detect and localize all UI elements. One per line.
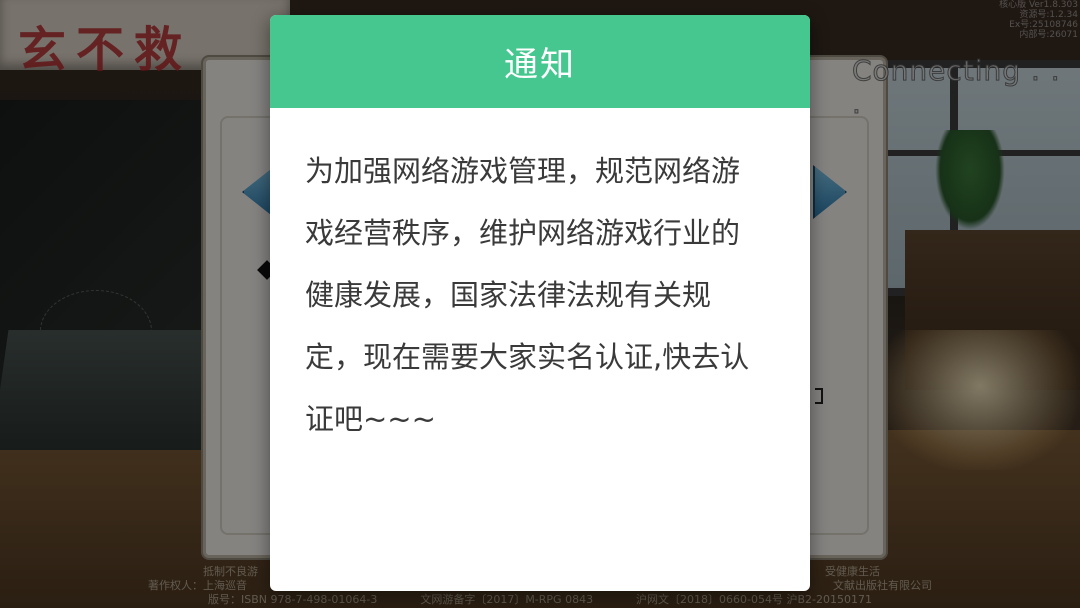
notice-title: 通知 <box>504 45 576 85</box>
notice-body: 为加强网络游戏管理，规范网络游戏经营秩序，维护网络游戏行业的健康发展，国家法律法… <box>305 154 750 436</box>
game-screen: 玄不救 核心版 Ver1.8.303 资源号:1.2.34 Ex号:251087… <box>0 0 1080 608</box>
notice-header: 通知 <box>270 15 810 108</box>
notice-dialog: 通知 为加强网络游戏管理，规范网络游戏经营秩序，维护网络游戏行业的健康发展，国家… <box>270 15 810 591</box>
